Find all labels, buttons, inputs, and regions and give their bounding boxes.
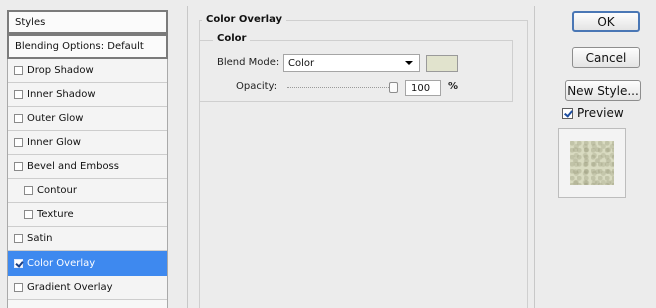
style-item-bevel-emboss[interactable]: Bevel and Emboss — [8, 155, 167, 179]
bevel-emboss-checkbox[interactable] — [14, 162, 23, 171]
blend-mode-label: Blend Mode: — [217, 57, 280, 68]
preview-label: Preview — [577, 106, 624, 120]
opacity-unit: % — [448, 81, 459, 92]
styles-header[interactable]: Styles — [7, 10, 168, 34]
blend-mode-value: Color — [288, 57, 315, 69]
style-item-label: Contour — [37, 185, 77, 196]
styles-panel: Styles Blending Options: Default Drop Sh… — [7, 10, 168, 308]
style-item-label: Inner Glow — [27, 137, 81, 148]
blending-options-item[interactable]: Blending Options: Default — [7, 34, 168, 59]
blending-options-label: Blending Options: Default — [15, 41, 144, 52]
section-title: Color Overlay — [202, 14, 287, 25]
opacity-slider-thumb[interactable] — [389, 82, 398, 93]
style-item-contour[interactable]: Contour — [8, 179, 167, 203]
inner-shadow-checkbox[interactable] — [14, 90, 23, 99]
inner-glow-checkbox[interactable] — [14, 138, 23, 147]
preview-checkbox[interactable] — [562, 108, 573, 119]
style-item-outer-glow[interactable]: Outer Glow — [8, 107, 167, 131]
ok-button[interactable]: OK — [572, 11, 640, 32]
new-style-button[interactable]: New Style... — [565, 80, 641, 101]
color-overlay-checkbox[interactable] — [14, 258, 23, 268]
style-item-label: Bevel and Emboss — [27, 161, 119, 172]
gradient-overlay-checkbox[interactable] — [14, 283, 23, 292]
opacity-value: 100 — [411, 82, 431, 94]
style-item-label: Texture — [37, 209, 74, 220]
style-item-label: Outer Glow — [27, 113, 84, 124]
preview-thumbnail — [570, 141, 614, 185]
texture-checkbox[interactable] — [24, 210, 33, 219]
style-item-label: Drop Shadow — [27, 65, 94, 76]
style-item-label: Satin — [27, 233, 53, 244]
opacity-input[interactable]: 100 — [405, 80, 441, 96]
opacity-label: Opacity: — [236, 81, 278, 92]
style-item-color-overlay[interactable]: Color Overlay — [8, 251, 167, 276]
drop-shadow-checkbox[interactable] — [14, 66, 23, 75]
style-item-inner-shadow[interactable]: Inner Shadow — [8, 83, 167, 107]
opacity-slider-track[interactable] — [287, 87, 397, 88]
style-item-satin[interactable]: Satin — [8, 227, 167, 251]
styles-header-label: Styles — [15, 16, 46, 28]
style-item-label: Color Overlay — [27, 257, 96, 269]
blend-mode-select[interactable]: Color — [283, 54, 420, 72]
outer-glow-checkbox[interactable] — [14, 114, 23, 123]
style-item-label: Gradient Overlay — [27, 282, 113, 293]
overlay-color-swatch[interactable] — [426, 55, 458, 72]
satin-checkbox[interactable] — [14, 234, 23, 243]
contour-checkbox[interactable] — [24, 186, 33, 195]
style-item-gradient-overlay[interactable]: Gradient Overlay — [8, 276, 167, 300]
group-title: Color — [213, 33, 251, 44]
style-item-texture[interactable]: Texture — [8, 203, 167, 227]
style-item-label: Inner Shadow — [27, 89, 96, 100]
style-item-inner-glow[interactable]: Inner Glow — [8, 131, 167, 155]
style-item-drop-shadow[interactable]: Drop Shadow — [8, 59, 167, 83]
cancel-button[interactable]: Cancel — [572, 47, 640, 68]
dropdown-arrow-icon — [405, 61, 413, 65]
